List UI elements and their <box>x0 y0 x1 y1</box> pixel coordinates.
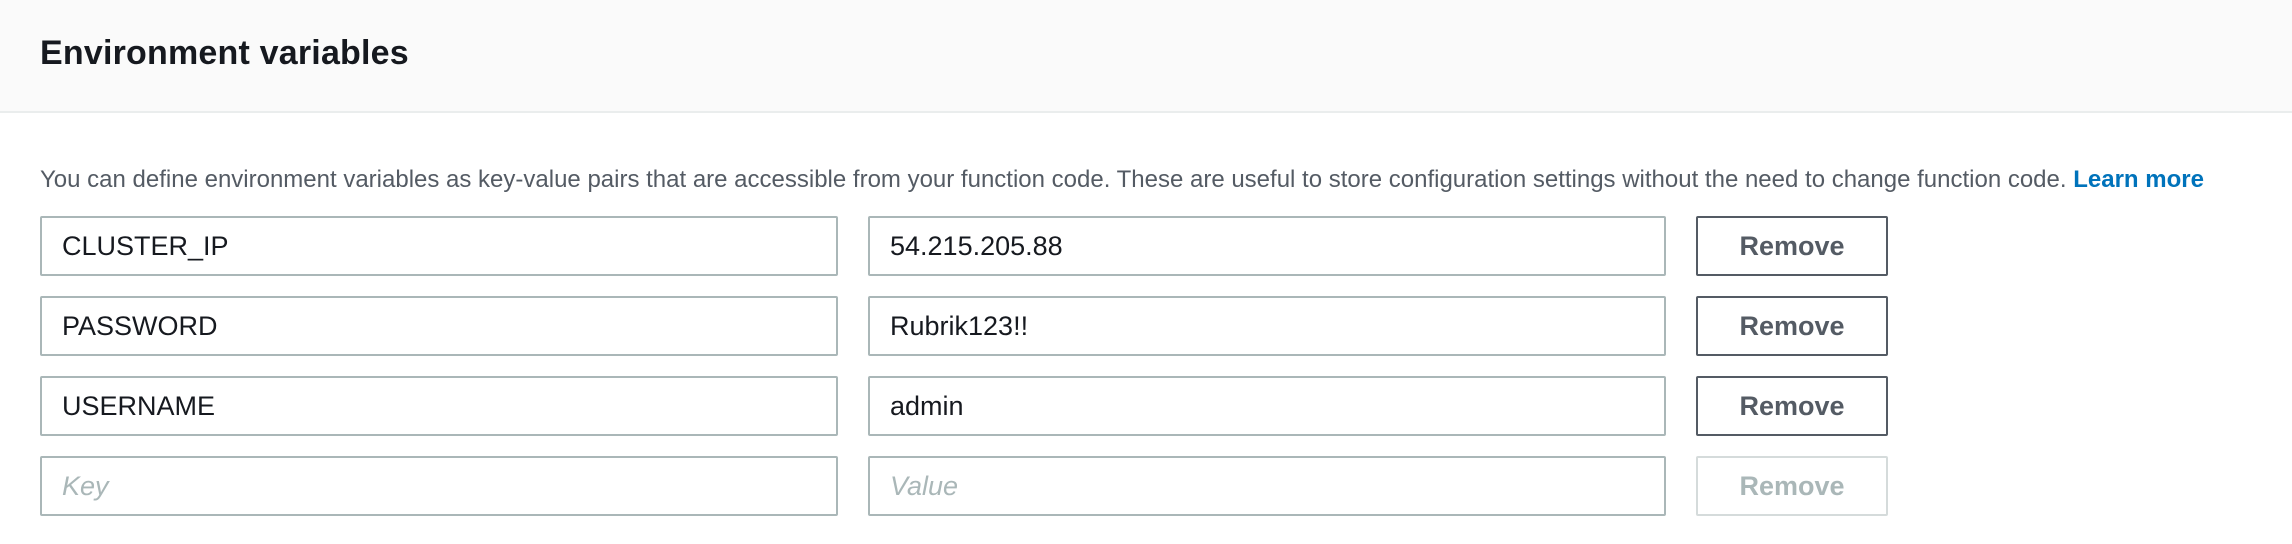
env-var-value-input[interactable] <box>868 376 1666 436</box>
new-value-input[interactable] <box>868 456 1666 516</box>
learn-more-link[interactable]: Learn more <box>2073 166 2204 193</box>
env-var-value-input[interactable] <box>868 296 1666 356</box>
env-var-value-input[interactable] <box>868 216 1666 276</box>
remove-button-disabled: Remove <box>1696 456 1888 516</box>
remove-button[interactable]: Remove <box>1696 376 1888 436</box>
env-var-key-input[interactable] <box>40 296 838 356</box>
env-var-row: Remove <box>40 376 1890 436</box>
env-var-row: Remove <box>40 216 1890 276</box>
env-var-row: Remove <box>40 296 1890 356</box>
env-var-key-input[interactable] <box>40 376 838 436</box>
panel-header: Environment variables <box>0 0 2292 113</box>
panel-description: You can define environment variables as … <box>40 166 2204 194</box>
remove-button[interactable]: Remove <box>1696 296 1888 356</box>
description-text: You can define environment variables as … <box>40 166 2067 193</box>
env-var-key-input[interactable] <box>40 216 838 276</box>
env-var-new-row: Remove <box>40 456 1890 516</box>
remove-button[interactable]: Remove <box>1696 216 1888 276</box>
panel-title: Environment variables <box>40 34 409 72</box>
new-key-input[interactable] <box>40 456 838 516</box>
